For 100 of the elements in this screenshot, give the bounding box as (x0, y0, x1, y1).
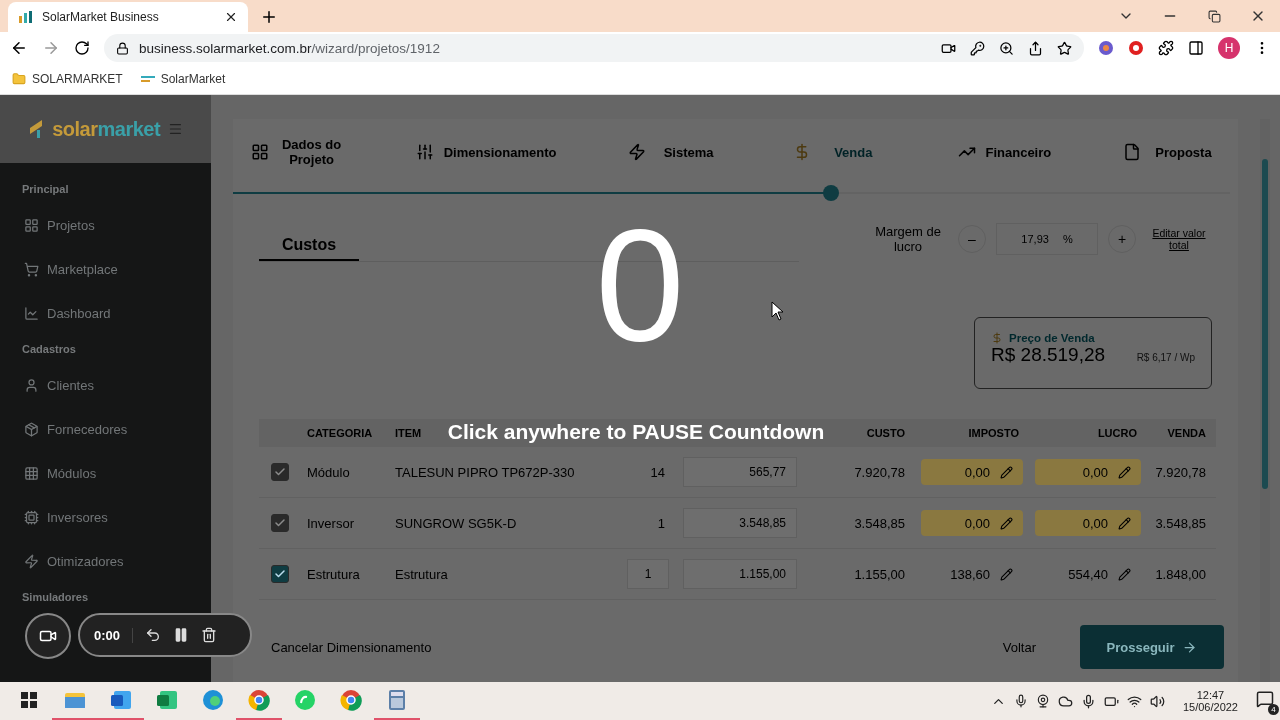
site-logo-icon (18, 10, 34, 24)
cancel-link[interactable]: Cancelar Dimensionamento (271, 639, 432, 655)
nav-item[interactable]: Fornecedores (0, 407, 211, 451)
column-header: CATEGORIA (307, 427, 373, 439)
star-icon[interactable] (1057, 40, 1072, 56)
trash-icon[interactable] (201, 627, 218, 643)
bookmark[interactable]: SolarMarket (140, 72, 226, 86)
step-tab[interactable]: Dados do Projeto (251, 137, 345, 167)
extension-icon[interactable] (1098, 40, 1114, 56)
calculator-icon[interactable] (388, 689, 406, 711)
row-checkbox[interactable] (271, 565, 289, 583)
price-field[interactable]: 1.155,00 (683, 559, 797, 589)
grid-icon (24, 217, 39, 233)
increase-button[interactable]: + (1108, 225, 1136, 253)
nav-item[interactable]: Marketplace (0, 247, 211, 291)
new-tab-icon[interactable] (260, 8, 278, 26)
document-app-icon[interactable] (110, 689, 132, 711)
webcam-icon[interactable] (1035, 694, 1050, 708)
forward-icon[interactable] (42, 39, 60, 57)
close-icon[interactable] (224, 10, 238, 24)
notification-icon[interactable] (1256, 690, 1274, 708)
undo-icon[interactable] (145, 627, 162, 643)
tax-field[interactable]: 138,60 (921, 561, 1023, 587)
wifi-icon[interactable] (1126, 693, 1142, 709)
start-icon[interactable] (21, 692, 37, 708)
nav-item[interactable]: Módulos (0, 451, 211, 495)
grid-icon (251, 143, 269, 161)
share-icon[interactable] (1028, 40, 1043, 56)
quantity-field[interactable]: 1 (627, 559, 669, 589)
pencil-icon[interactable] (1118, 567, 1131, 581)
column-header: IMPOSTO (968, 427, 1020, 439)
step-tab[interactable]: Proposta (1122, 143, 1216, 161)
table-cell: Módulo (307, 464, 350, 480)
profit-field[interactable]: 554,40 (1035, 561, 1141, 587)
table-cell: Estrutura (307, 566, 360, 582)
side-panel-icon[interactable] (1188, 40, 1204, 56)
countdown-number: 0 (594, 205, 686, 365)
file-icon (1122, 143, 1141, 161)
browser-tab[interactable]: SolarMarket Business (8, 2, 248, 32)
chart-icon (24, 305, 39, 321)
box-icon (24, 421, 39, 437)
back-icon[interactable] (10, 39, 28, 57)
scrollbar-thumb[interactable] (1262, 159, 1268, 489)
extension-icon[interactable] (1128, 40, 1144, 56)
zoom-icon[interactable] (999, 40, 1014, 56)
check-icon (274, 517, 286, 529)
microphone-icon[interactable] (1013, 694, 1028, 708)
browser-circle-icon[interactable] (340, 689, 362, 711)
address-bar[interactable]: business.solarmarket.com.br/wizard/projetos/1912 (104, 34, 1084, 62)
step-tab[interactable]: Dimensionamento (415, 143, 557, 161)
table-cell-text: 3.548,85 (1155, 515, 1207, 531)
logo-icon (28, 118, 45, 140)
nav-item[interactable]: Dashboard (0, 291, 211, 335)
microphone-icon[interactable] (1080, 693, 1096, 709)
back-link[interactable]: Voltar (1002, 639, 1036, 655)
notification-count: 4 (1268, 704, 1279, 715)
restore-icon[interactable] (1207, 9, 1221, 23)
cloud-icon[interactable] (1057, 693, 1073, 709)
column-header: LUCRO (1097, 427, 1138, 439)
recording-timer: 0:00 (94, 627, 134, 643)
folder-icon (12, 72, 26, 86)
table-cell: Inversor (307, 515, 354, 531)
reload-icon[interactable] (74, 40, 90, 56)
section-tab[interactable]: Custos (259, 231, 359, 261)
nav-item[interactable]: Projetos (0, 203, 211, 247)
price-per-wp: R$ 6,17 / Wp (1136, 352, 1195, 363)
browser-circle-icon[interactable] (248, 689, 270, 711)
user-icon (24, 377, 39, 393)
pencil-icon[interactable] (1000, 567, 1013, 581)
check-icon (274, 568, 286, 580)
table-cell: SUNGROW SG5K-D (395, 515, 517, 531)
step-tab[interactable]: Venda (792, 143, 886, 161)
spreadsheet-app-icon[interactable] (156, 689, 178, 711)
table-cell-text: 7.920,78 (1155, 464, 1207, 480)
folder-icon[interactable] (64, 690, 86, 710)
mouse-cursor-icon (771, 301, 785, 321)
step-tab[interactable]: Sistema (628, 143, 722, 161)
section-title: Cadastros (21, 342, 77, 357)
decrease-button[interactable]: – (958, 225, 986, 253)
margin-field[interactable]: 17,93 % (996, 223, 1098, 255)
step-tab[interactable]: Financeiro (957, 143, 1052, 161)
edit-total-link[interactable]: Editar valor total (1146, 227, 1212, 251)
nav-item[interactable]: Otimizadores (0, 539, 211, 583)
table-cell-text: 14 (650, 464, 666, 480)
next-button[interactable]: Prosseguir (1080, 625, 1224, 669)
countdown-message: Click anywhere to PAUSE Countdown (446, 420, 826, 444)
nav-item[interactable]: Inversores (0, 495, 211, 539)
clock-date[interactable]: 15/06/2022 (1182, 701, 1238, 713)
table-cell: Estrutura (395, 566, 448, 582)
price-label: Preço de Venda (1009, 332, 1095, 344)
nav-item[interactable]: Clientes (0, 363, 211, 407)
table-cell-text: 3.548,85 (854, 515, 906, 531)
bookmark[interactable]: SOLARMARKET (12, 72, 123, 86)
key-icon[interactable] (970, 40, 985, 56)
puzzle-icon[interactable] (1158, 40, 1174, 56)
volume-icon[interactable] (1149, 693, 1165, 709)
clock-time[interactable]: 12:47 (1196, 689, 1225, 701)
profile-avatar[interactable]: H (1218, 37, 1240, 59)
price-value: R$ 28.519,28 (991, 344, 1106, 366)
check-icon (274, 466, 286, 478)
